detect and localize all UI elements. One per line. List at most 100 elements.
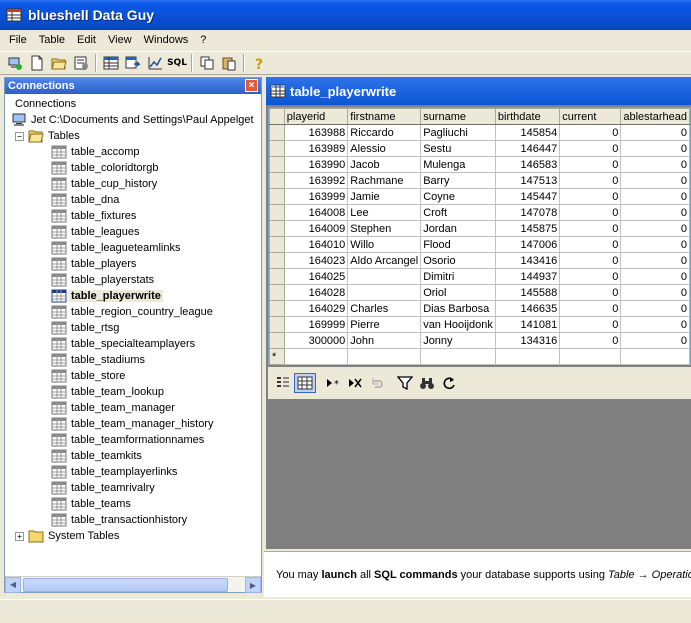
insert-record-button[interactable]: *: [322, 373, 344, 393]
table-cell[interactable]: 143416: [494, 252, 561, 269]
table-cell[interactable]: 0: [559, 284, 622, 301]
table-cell[interactable]: Riccardo: [347, 124, 422, 141]
form-view-button[interactable]: [272, 373, 294, 393]
table-cell[interactable]: Lee: [347, 204, 422, 221]
tree-table-item[interactable]: table_dna: [51, 192, 121, 208]
expand-toggle[interactable]: +: [15, 531, 24, 541]
undo-button[interactable]: [366, 373, 388, 393]
table-cell[interactable]: 0: [620, 124, 690, 141]
table-cell[interactable]: 147078: [494, 204, 561, 221]
table-cell[interactable]: 0: [559, 252, 622, 269]
row-indicator[interactable]: [269, 268, 285, 285]
tree-table-item[interactable]: table_team_manager: [51, 400, 177, 416]
menu-view[interactable]: View: [102, 34, 138, 46]
menu-windows[interactable]: Windows: [138, 34, 195, 46]
tree-table-item[interactable]: table_specialteamplayers: [51, 336, 197, 352]
tree-table-item[interactable]: table_teamformationnames: [51, 432, 206, 448]
table-cell[interactable]: Dimitri: [420, 268, 496, 285]
table-cell[interactable]: Jacob: [347, 156, 422, 173]
chart-button[interactable]: [144, 53, 166, 73]
horizontal-scrollbar[interactable]: ◀ ▶: [5, 576, 261, 593]
menu-edit[interactable]: Edit: [71, 34, 102, 46]
table-cell[interactable]: Dias Barbosa: [420, 300, 496, 317]
table-cell[interactable]: 163989: [283, 140, 349, 157]
menu-help[interactable]: ?: [194, 34, 212, 46]
row-indicator[interactable]: [269, 188, 285, 205]
tree-table-item[interactable]: table_store: [51, 368, 127, 384]
table-cell[interactable]: 0: [620, 268, 690, 285]
table-cell[interactable]: van Hooijdonk: [420, 316, 496, 333]
tree-table-item[interactable]: table_players: [51, 256, 138, 272]
table-cell[interactable]: 0: [559, 188, 622, 205]
table-cell[interactable]: Rachmane: [347, 172, 422, 189]
tree-table-item[interactable]: table_teamplayerlinks: [51, 464, 179, 480]
table-cell[interactable]: [347, 268, 422, 285]
row-indicator[interactable]: [269, 156, 285, 173]
scrollbar-thumb[interactable]: [23, 578, 228, 592]
table-cell[interactable]: Coyne: [420, 188, 496, 205]
find-button[interactable]: [416, 373, 438, 393]
table-cell[interactable]: Oriol: [420, 284, 496, 301]
table-cell[interactable]: [620, 348, 690, 365]
tree-table-item[interactable]: table_fixtures: [51, 208, 138, 224]
table-cell[interactable]: Barry: [420, 172, 496, 189]
table-cell[interactable]: 146635: [494, 300, 561, 317]
table-cell[interactable]: 0: [559, 140, 622, 157]
tree-table-item[interactable]: table_teams: [51, 496, 133, 512]
scroll-right-arrow-icon[interactable]: ▶: [245, 577, 261, 593]
help-button[interactable]: ?: [248, 53, 270, 73]
row-indicator[interactable]: [269, 204, 285, 221]
tree-table-item[interactable]: table_accomp: [51, 144, 142, 160]
table-cell[interactable]: 0: [620, 156, 690, 173]
table-cell[interactable]: [420, 348, 496, 365]
menu-table[interactable]: Table: [33, 34, 71, 46]
table-cell[interactable]: Sestu: [420, 140, 496, 157]
table-cell[interactable]: 0: [559, 300, 622, 317]
new-button[interactable]: [26, 53, 48, 73]
table-cell[interactable]: 134316: [494, 332, 561, 349]
table-row[interactable]: 163999 Jamie Coyne 145447 0 0: [269, 188, 690, 205]
close-panel-button[interactable]: ×: [245, 79, 258, 92]
table-cell[interactable]: 164008: [283, 204, 349, 221]
tree-tables-folder[interactable]: − Tables: [15, 128, 82, 144]
table-cell[interactable]: 164010: [283, 236, 349, 253]
menu-file[interactable]: File: [3, 34, 33, 46]
table-row[interactable]: 163989 Alessio Sestu 146447 0 0: [269, 140, 690, 157]
table-row[interactable]: 164025 Dimitri 144937 0 0: [269, 268, 690, 285]
table-cell[interactable]: 169999: [283, 316, 349, 333]
table-cell[interactable]: Charles: [347, 300, 422, 317]
refresh-button[interactable]: [438, 373, 460, 393]
row-indicator[interactable]: [269, 220, 285, 237]
table-cell[interactable]: 0: [620, 332, 690, 349]
row-indicator[interactable]: [269, 124, 285, 141]
table-cell[interactable]: 145854: [494, 124, 561, 141]
table-cell[interactable]: 0: [559, 268, 622, 285]
row-indicator[interactable]: [269, 332, 285, 349]
open-button[interactable]: [48, 53, 70, 73]
paste-button[interactable]: [218, 53, 240, 73]
table-cell[interactable]: Alessio: [347, 140, 422, 157]
table-cell[interactable]: 0: [620, 204, 690, 221]
table-row[interactable]: 164010 Willo Flood 147006 0 0: [269, 236, 690, 253]
table-cell[interactable]: 145447: [494, 188, 561, 205]
column-header-playerid[interactable]: playerid: [283, 108, 349, 125]
table-cell[interactable]: 164009: [283, 220, 349, 237]
table-cell[interactable]: Jamie: [347, 188, 422, 205]
table-cell[interactable]: 144937: [494, 268, 561, 285]
table-cell[interactable]: 0: [620, 236, 690, 253]
tree-table-item[interactable]: table_playerstats: [51, 272, 156, 288]
table-cell[interactable]: 164025: [283, 268, 349, 285]
row-indicator[interactable]: [269, 300, 285, 317]
table-cell[interactable]: 0: [559, 316, 622, 333]
table-cell[interactable]: Aldo Arcangel: [347, 252, 422, 269]
table-cell[interactable]: 0: [559, 124, 622, 141]
connect-button[interactable]: [4, 53, 26, 73]
column-header-current[interactable]: current: [559, 108, 622, 125]
tree-table-item[interactable]: table_stadiums: [51, 352, 147, 368]
tree-table-item[interactable]: table_cup_history: [51, 176, 159, 192]
row-indicator[interactable]: [269, 140, 285, 157]
table-cell[interactable]: 145875: [494, 220, 561, 237]
new-record-row[interactable]: *: [269, 348, 690, 365]
row-indicator[interactable]: [269, 252, 285, 269]
row-indicator[interactable]: [269, 236, 285, 253]
